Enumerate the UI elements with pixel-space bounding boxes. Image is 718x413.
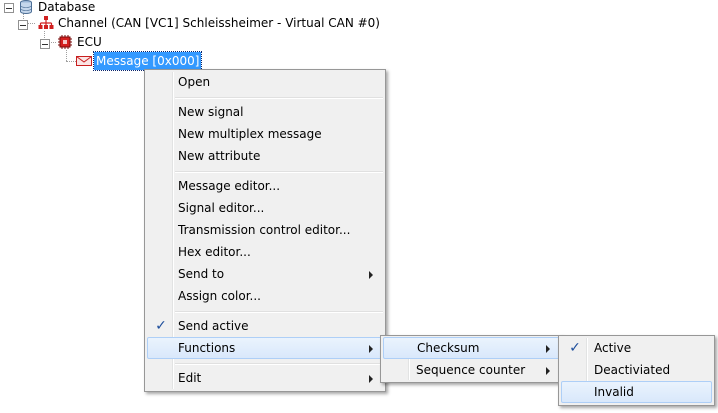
menu-item-label: Assign color... (178, 289, 261, 303)
menu-item-label: Transmission control editor... (178, 223, 351, 237)
menu-item-transmission-control-editor[interactable]: Transmission control editor... (147, 219, 383, 241)
menu-item-hex-editor[interactable]: Hex editor... (147, 241, 383, 263)
menu-item-label: Functions (178, 341, 236, 355)
menu-separator (175, 171, 383, 173)
menu-item-label: Checksum (417, 341, 480, 355)
menu-item-message-editor[interactable]: Message editor... (147, 175, 383, 197)
collapse-ecu-button[interactable] (40, 39, 50, 49)
menu-item-label: New signal (178, 105, 244, 119)
menu-separator (175, 363, 383, 365)
menu-item-checksum[interactable]: Checksum (383, 337, 560, 359)
collapse-database-button[interactable] (4, 3, 14, 13)
menu-item-label: Sequence counter (416, 363, 526, 377)
menu-item-label: Hex editor... (178, 245, 251, 259)
menu-item-sequence-counter[interactable]: Sequence counter (383, 359, 560, 381)
tree-item-label: ECU (77, 35, 102, 49)
functions-submenu: Checksum Sequence counter (380, 335, 563, 383)
tree-item-label: Message [0x000] (92, 51, 203, 71)
menu-item-edit[interactable]: Edit (147, 367, 383, 389)
menu-item-new-attribute[interactable]: New attribute (147, 145, 383, 167)
menu-item-invalid[interactable]: Invalid (561, 381, 712, 403)
network-icon (38, 15, 54, 31)
menu-item-label: Send to (178, 267, 225, 281)
menu-item-label: Send active (178, 319, 249, 333)
menu-item-assign-color[interactable]: Assign color... (147, 285, 383, 307)
tree-connector (66, 50, 67, 61)
menu-item-open[interactable]: Open (147, 71, 383, 93)
envelope-icon (76, 53, 92, 69)
menu-item-label: Signal editor... (178, 201, 265, 215)
menu-item-label: Edit (178, 371, 202, 385)
database-icon (18, 0, 34, 15)
submenu-arrow-icon (546, 345, 550, 353)
menu-item-label: Open (178, 75, 211, 89)
menu-item-label: Invalid (594, 385, 634, 399)
tree-item-label: Channel (CAN [VC1] Schleissheimer - Virt… (58, 16, 380, 30)
menu-separator (175, 97, 383, 99)
context-menu: Open New signal New multiplex message Ne… (144, 69, 386, 392)
menu-item-label: New attribute (178, 149, 261, 163)
menu-item-functions[interactable]: Functions (147, 337, 383, 359)
checksum-submenu: ✓ Active Deactiviated Invalid (558, 335, 715, 406)
ecu-chip-icon (57, 34, 73, 50)
menu-item-new-signal[interactable]: New signal (147, 101, 383, 123)
collapse-channel-button[interactable] (18, 20, 28, 30)
menu-item-label: Message editor... (178, 179, 281, 193)
menu-item-label: Deactiviated (594, 363, 671, 377)
menu-item-deactivated[interactable]: Deactiviated (561, 359, 712, 381)
submenu-arrow-icon (369, 345, 373, 353)
submenu-arrow-icon (369, 375, 373, 383)
menu-item-label: Active (594, 341, 632, 355)
menu-item-label: New multiplex message (178, 127, 322, 141)
checkmark-icon: ✓ (155, 318, 167, 334)
submenu-arrow-icon (369, 271, 373, 279)
checkmark-icon: ✓ (569, 340, 581, 356)
menu-item-send-to[interactable]: Send to (147, 263, 383, 285)
submenu-arrow-icon (546, 367, 550, 375)
menu-item-new-multiplex-message[interactable]: New multiplex message (147, 123, 383, 145)
menu-item-active[interactable]: ✓ Active (561, 337, 712, 359)
menu-item-send-active[interactable]: ✓ Send active (147, 315, 383, 337)
menu-item-signal-editor[interactable]: Signal editor... (147, 197, 383, 219)
tree-connector (66, 61, 76, 62)
menu-separator (175, 311, 383, 313)
